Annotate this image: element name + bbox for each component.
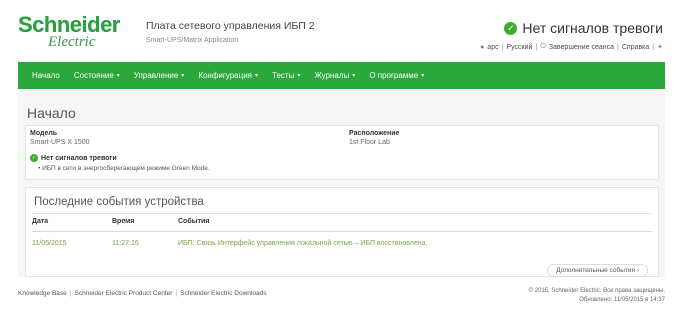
nav-about[interactable]: О программе ▾	[369, 71, 424, 80]
main-nav: Начало Состояние ▾ Управление ▾ Конфигурац…	[18, 62, 665, 89]
updated-text: Обновлено: 11/05/2015 в 14:37	[579, 297, 665, 303]
col-event: События	[178, 218, 210, 225]
col-date: Дата	[32, 218, 49, 225]
language-link[interactable]: Русский	[506, 44, 532, 51]
footer-links: Knowledge Base | Schneider Electric Prod…	[18, 290, 267, 297]
alarm-status-text: Нет сигналов тревоги	[522, 20, 663, 36]
caret-down-icon: ▾	[297, 73, 301, 79]
event-date: 11/05/2015	[32, 240, 67, 247]
status-detail-text: ИБП в сети в энергосберегающем режиме Gr…	[42, 165, 210, 172]
device-status: ✓ Нет сигналов тревоги	[30, 154, 117, 162]
col-time: Время	[112, 218, 135, 225]
footer-info: © 2015, Schneider Electric. Все права за…	[529, 287, 665, 305]
product-center-link[interactable]: Schneider Electric Product Center	[75, 290, 173, 297]
caret-down-icon: ▾	[352, 73, 356, 79]
downloads-link[interactable]: Schneider Electric Downloads	[180, 290, 266, 297]
page-header: Schneider Electric Плата сетевого управл…	[0, 0, 677, 62]
app-title: Плата сетевого управления ИБП 2	[146, 20, 315, 32]
nav-home[interactable]: Начало	[32, 71, 60, 80]
help-link[interactable]: Справка	[622, 44, 649, 51]
device-status-label: Нет сигналов тревоги	[41, 154, 117, 162]
pin-icon[interactable]: ✦	[657, 43, 663, 51]
nav-control[interactable]: Управление ▾	[134, 71, 185, 80]
location-label: Расположение	[349, 130, 400, 137]
logo-word-schneider: Schneider	[18, 14, 130, 36]
caret-down-icon: ▾	[255, 73, 259, 79]
nav-tests[interactable]: Тесты ▾	[272, 71, 300, 80]
logo-word-electric: Electric	[48, 34, 96, 50]
events-title: Последние события устройства	[34, 196, 204, 208]
more-events-button[interactable]: Дополнительные события ›	[547, 264, 648, 277]
nav-configuration[interactable]: Конфигурация ▾	[198, 71, 258, 80]
user-icon: ●	[480, 43, 485, 51]
caret-down-icon: ▾	[181, 73, 185, 79]
location-value: 1st Floor Lab	[349, 139, 390, 146]
event-time: 11:27:16	[112, 240, 139, 247]
device-summary-card: Модель Smart-UPS X 1500 Расположение 1st…	[25, 125, 659, 180]
check-circle-icon: ✓	[30, 154, 38, 162]
copyright-text: © 2015, Schneider Electric. Все права за…	[528, 288, 665, 294]
app-subtitle: Smart-UPS/Matrix Application	[146, 37, 239, 44]
page-title: Начало	[27, 105, 76, 121]
schneider-electric-logo[interactable]: Schneider Electric	[18, 14, 130, 54]
alarm-status: ✓ Нет сигналов тревоги	[504, 20, 663, 36]
nav-status[interactable]: Состояние ▾	[74, 71, 120, 80]
status-detail: • ИБП в сети в энергосберегающем режиме …	[38, 165, 210, 172]
recent-events-card: Последние события устройства Дата Время …	[25, 187, 659, 277]
nav-logs[interactable]: Журналы ▾	[314, 71, 355, 80]
logout-link[interactable]: Завершение сеанса	[549, 44, 614, 51]
event-text: ИБП: Связь Интерфейс управления локально…	[178, 240, 428, 247]
caret-down-icon: ▾	[116, 73, 120, 79]
check-circle-icon: ✓	[504, 21, 518, 35]
user-link[interactable]: apc	[487, 44, 498, 51]
main-content: Начало Модель Smart-UPS X 1500 Расположе…	[18, 89, 665, 277]
header-links: ● apc | Русский | ⏻ Завершение сеанса | …	[480, 43, 663, 51]
model-label: Модель	[30, 130, 58, 137]
logout-icon: ⏻	[540, 43, 546, 50]
knowledge-base-link[interactable]: Knowledge Base	[18, 290, 67, 297]
caret-down-icon: ▾	[421, 73, 425, 79]
model-value: Smart-UPS X 1500	[30, 139, 90, 146]
